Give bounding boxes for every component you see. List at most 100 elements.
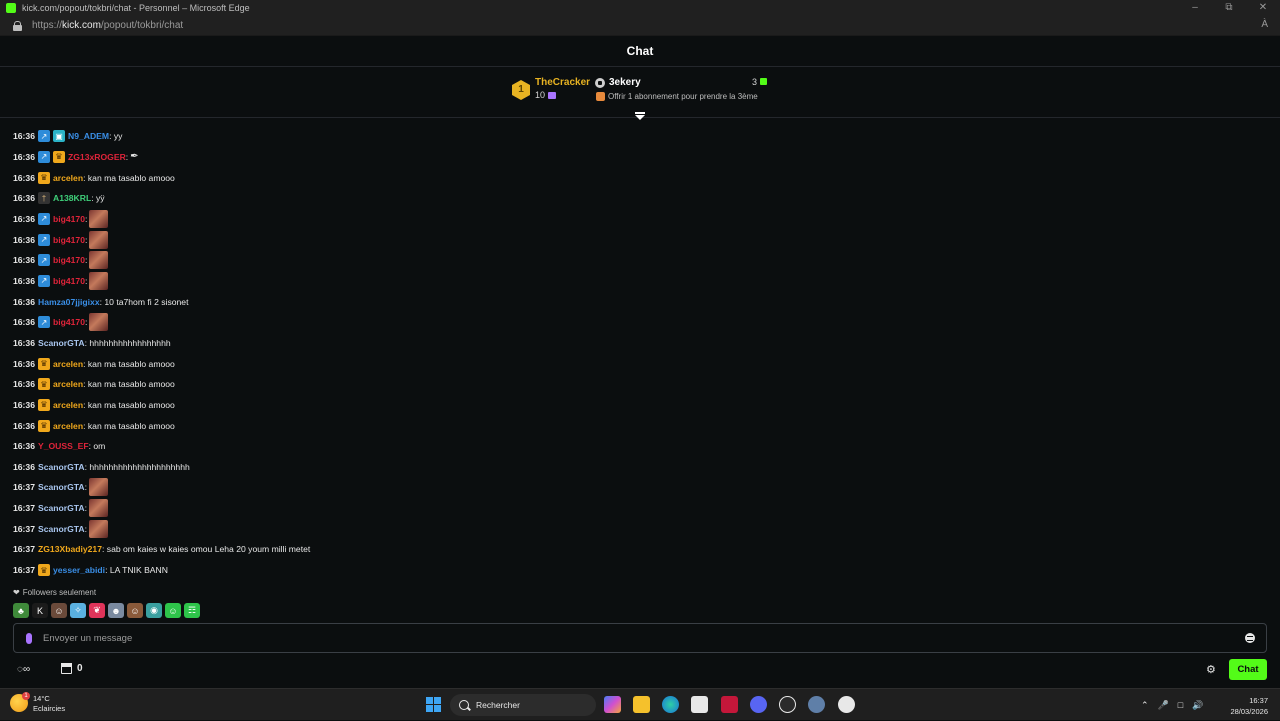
message-username[interactable]: Y_OUSS_EF [38, 441, 89, 451]
store-icon[interactable] [60, 662, 72, 674]
subscriber-badge-icon[interactable]: ▣ [52, 130, 65, 143]
message-username[interactable]: big4170 [53, 255, 85, 265]
message-username[interactable]: ScanorGTA [38, 338, 85, 348]
face-emote-icon[interactable] [89, 499, 109, 518]
message-username[interactable]: ScanorGTA [38, 503, 85, 513]
message-username[interactable]: ScanorGTA [38, 482, 85, 492]
crown-badge-icon[interactable]: ♛ [37, 564, 50, 577]
bird-emote-icon[interactable]: ✧ [70, 603, 86, 618]
file-explorer-icon[interactable] [633, 696, 650, 713]
weather-alert-badge: 1 [22, 692, 30, 700]
verified-bot-badge-icon[interactable]: ↗ [37, 150, 50, 163]
close-icon[interactable]: ✕ [1246, 0, 1280, 16]
edge-icon[interactable] [662, 696, 679, 713]
settings-gear-icon[interactable]: ⚙ [1206, 663, 1216, 676]
verified-bot-badge-icon[interactable]: ↗ [37, 254, 50, 267]
message-input[interactable] [43, 632, 1245, 644]
message-username[interactable]: ScanorGTA [38, 462, 85, 472]
crown-badge-icon[interactable]: ♛ [37, 378, 50, 391]
target-user-name[interactable]: 3ekery [609, 77, 641, 88]
message-username[interactable]: big4170 [53, 235, 85, 245]
crown-badge-icon[interactable]: ♛ [37, 357, 50, 370]
face-emote-icon[interactable] [89, 209, 109, 228]
crown-badge-icon[interactable]: ♛ [37, 171, 50, 184]
face-emote-icon[interactable] [89, 313, 109, 332]
settings-app-icon[interactable] [808, 696, 825, 713]
verified-bot-badge-icon[interactable]: ↗ [37, 212, 50, 225]
crown-badge-icon[interactable]: ♛ [52, 150, 65, 163]
message-username[interactable]: ZG13xROGER [68, 152, 126, 162]
crown-badge-icon[interactable]: ♛ [37, 419, 50, 432]
verified-bot-badge-icon[interactable]: ↗ [37, 233, 50, 246]
gift-offer-text[interactable]: Offrir 1 abonnement pour prendre la 3ème [608, 92, 758, 101]
face-emote-icon[interactable] [89, 519, 109, 538]
points-count: 0 [77, 663, 83, 674]
read-aloud-icon[interactable]: À [1261, 19, 1268, 30]
message-username[interactable]: arcelen [53, 379, 83, 389]
message-username[interactable]: arcelen [53, 400, 83, 410]
message-username[interactable]: arcelen [53, 173, 83, 183]
url-text[interactable]: https://kick.com/popout/tokbri/chat [32, 20, 183, 31]
verified-bot-badge-icon[interactable]: ↗ [37, 316, 50, 329]
verified-bot-badge-icon[interactable]: ↗ [37, 274, 50, 287]
media-player-icon[interactable] [838, 696, 855, 713]
message-time: 16:36 [13, 358, 35, 369]
restore-icon[interactable]: ⧉ [1212, 0, 1246, 16]
message-username[interactable]: N9_ADEM [68, 131, 109, 141]
cat-emote-icon[interactable]: ☺ [127, 603, 143, 618]
message-username[interactable]: Hamza07jjigixx [38, 297, 100, 307]
mic-icon[interactable] [26, 632, 32, 644]
lock-icon[interactable] [13, 20, 22, 31]
green-face-emote-icon[interactable]: ☺ [165, 603, 181, 618]
start-button-icon[interactable] [426, 697, 441, 712]
collapse-pinned-icon[interactable] [634, 112, 646, 120]
send-chat-button[interactable]: Chat [1229, 659, 1267, 680]
message-time: 16:36 [13, 441, 35, 452]
slime-emote-icon[interactable]: ☶ [184, 603, 200, 618]
message-username[interactable]: ScanorGTA [38, 524, 85, 534]
message-username[interactable]: big4170 [53, 214, 85, 224]
face-emote-icon[interactable] [89, 251, 109, 270]
microphone-icon[interactable]: 🎤 [1158, 700, 1169, 711]
frog-emote-icon[interactable]: ♣ [13, 603, 29, 618]
channel-points-icon[interactable]: ◌∞ [17, 664, 30, 675]
store-app-icon[interactable] [691, 696, 708, 713]
face-emote-icon[interactable]: ☺ [51, 603, 67, 618]
chrome-like-icon[interactable] [779, 696, 796, 713]
face-emote-icon[interactable] [89, 271, 109, 290]
globe-emote-icon[interactable]: ◉ [146, 603, 162, 618]
top-gifter-name[interactable]: TheCracker [535, 77, 590, 88]
chat-message: 16:37 ♛ yesser_abidi: LA TNIK BANN [13, 560, 1263, 581]
ribbon-emote-icon[interactable]: ❦ [89, 603, 105, 618]
display-icon[interactable]: □ [1178, 700, 1183, 710]
crown-badge-icon[interactable]: ♛ [37, 398, 50, 411]
taskbar-clock[interactable]: 16:37 28/03/2026 [1230, 695, 1268, 717]
weather-widget[interactable]: 1 14°C Eclaircies [10, 692, 65, 714]
face-emote-icon[interactable] [89, 478, 109, 497]
verified-bot-badge-icon[interactable]: ↗ [37, 130, 50, 143]
message-username[interactable]: yesser_abidi [53, 565, 105, 575]
message-username[interactable]: big4170 [53, 276, 85, 286]
custom-badge-icon[interactable]: † [37, 192, 50, 205]
face-emote-icon[interactable] [89, 230, 109, 249]
emoji-picker-icon[interactable] [1245, 633, 1255, 643]
feather-emote-icon[interactable]: ✒ [130, 151, 140, 163]
acrobat-icon[interactable] [721, 696, 738, 713]
address-bar[interactable]: https://kick.com/popout/tokbri/chat À [0, 16, 1280, 36]
person-emote-icon[interactable]: ☻ [108, 603, 124, 618]
taskbar-search[interactable]: Rechercher [450, 694, 596, 716]
volume-icon[interactable]: 🔊 [1192, 700, 1203, 711]
message-username[interactable]: arcelen [53, 421, 83, 431]
message-username[interactable]: A138KRL [53, 193, 91, 203]
message-username[interactable]: big4170 [53, 317, 85, 327]
message-username[interactable]: arcelen [53, 359, 83, 369]
kick-emote-icon[interactable]: K [32, 603, 48, 618]
message-username[interactable]: ZG13Xbadiy217 [38, 544, 102, 554]
message-time: 16:36 [13, 255, 35, 266]
minimize-icon[interactable]: – [1178, 0, 1212, 16]
chevron-up-icon[interactable]: ⌃ [1141, 700, 1149, 711]
discord-icon[interactable] [750, 696, 767, 713]
message-text: : om [88, 441, 106, 452]
message-input-wrapper[interactable] [13, 623, 1267, 653]
copilot-icon[interactable] [604, 696, 621, 713]
